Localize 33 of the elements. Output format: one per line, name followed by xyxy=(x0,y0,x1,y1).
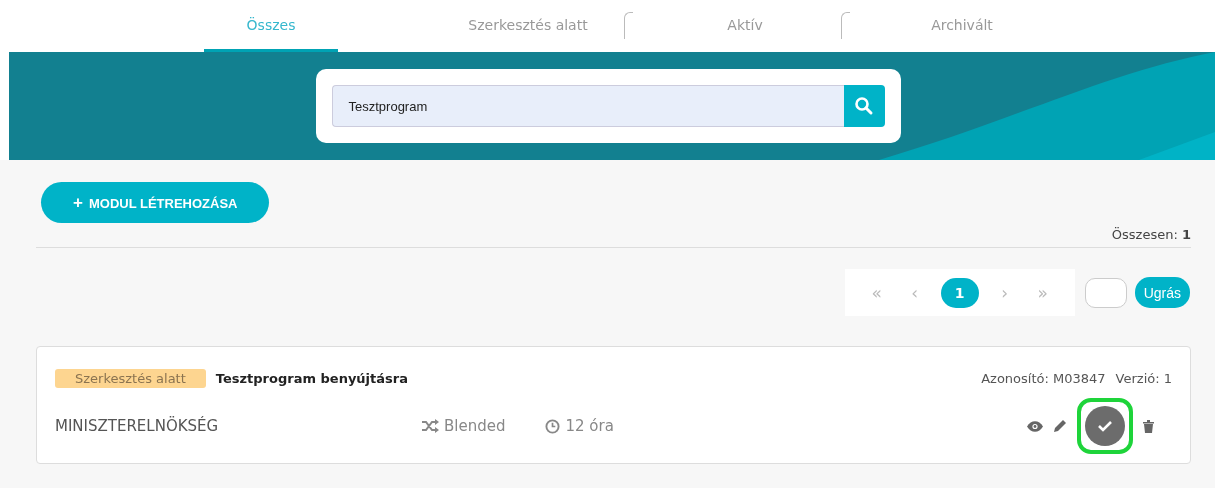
module-version: Verzió: 1 xyxy=(1115,371,1172,386)
module-title: Tesztprogram benyújtásra xyxy=(215,371,409,386)
check-icon xyxy=(1098,420,1112,432)
approve-button[interactable] xyxy=(1085,406,1125,446)
delete-button[interactable] xyxy=(1143,419,1154,433)
tab[interactable]: Aktív xyxy=(637,0,853,52)
view-button[interactable] xyxy=(1027,420,1043,432)
total-count: Összesen: 1 xyxy=(1111,227,1191,242)
edit-button[interactable] xyxy=(1053,419,1067,433)
page-nav-button[interactable]: ‹ xyxy=(902,281,927,304)
tab[interactable]: Archivált xyxy=(854,0,1070,52)
pencil-icon xyxy=(1053,419,1067,433)
trash-icon xyxy=(1143,419,1154,433)
page-input[interactable] xyxy=(1084,277,1127,308)
status-badge: Szerkesztés alatt xyxy=(55,369,206,388)
jump-button[interactable]: Ugrás xyxy=(1134,277,1190,308)
tab-separator xyxy=(841,12,850,39)
clock-icon xyxy=(545,418,561,434)
shuffle-icon xyxy=(421,419,439,433)
format-label: Blended xyxy=(444,417,506,435)
create-module-button[interactable]: + MODUL LÉTREHOZÁSA xyxy=(41,182,270,223)
search-field[interactable]: Tesztprogram xyxy=(331,85,844,127)
tab-separator xyxy=(624,12,633,39)
page-nav-button[interactable]: › xyxy=(992,281,1017,304)
search-icon xyxy=(854,96,874,116)
page-button[interactable]: 1 xyxy=(940,277,979,308)
organization: MINISZTERELNÖKSÉG xyxy=(55,417,220,435)
module-id: Azonosító: M03847 xyxy=(981,371,1106,386)
page-nav-button[interactable]: » xyxy=(1030,281,1055,304)
page-nav-button[interactable]: « xyxy=(864,281,889,304)
tab[interactable]: Szerkesztés alatt xyxy=(420,0,636,52)
eye-icon xyxy=(1027,420,1043,432)
duration-label: 12 óra xyxy=(565,417,614,435)
